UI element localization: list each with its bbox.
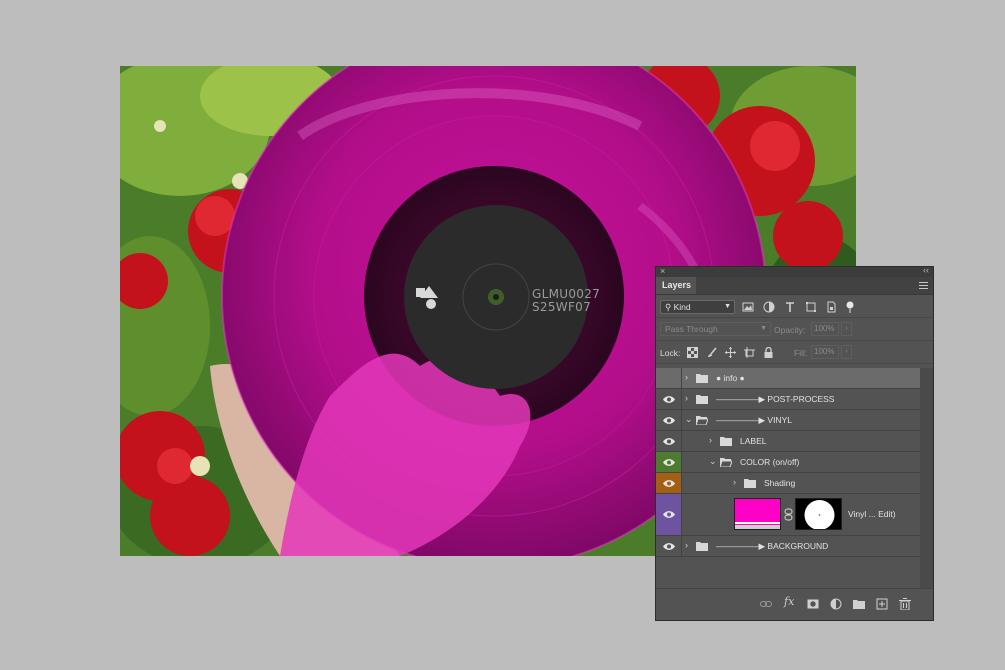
lock-label: Lock:: [660, 348, 681, 358]
kind-filter-value: Kind: [673, 302, 691, 312]
fill-field[interactable]: 100%: [811, 345, 839, 359]
search-icon: ⚲: [665, 302, 672, 312]
layer-post-process[interactable]: › —————▶ POST-PROCESS: [656, 389, 921, 410]
lock-all-icon[interactable]: [763, 347, 774, 358]
fill-label: Fill:: [794, 348, 808, 358]
layers-bottom-toolbar: fx: [656, 588, 933, 620]
chevron-down-icon[interactable]: ⌄: [685, 414, 693, 425]
chevron-right-icon[interactable]: ›: [709, 435, 712, 445]
layer-list: › ● info ● › —————▶ POST-PROCESS ⌄ —————…: [656, 368, 921, 557]
visibility-toggle[interactable]: [656, 473, 682, 493]
chevron-right-icon[interactable]: ›: [685, 540, 688, 550]
layer-shading[interactable]: › Shading: [656, 473, 921, 494]
adjustment-icon[interactable]: [830, 598, 842, 610]
layers-scrollbar[interactable]: [920, 368, 933, 589]
visibility-toggle[interactable]: [656, 389, 682, 409]
eye-icon: [663, 417, 675, 424]
layer-color-on-off[interactable]: ⌄ COLOR (on/off): [656, 452, 921, 473]
lock-position-move-icon[interactable]: [725, 347, 736, 358]
layer-mask-thumbnail[interactable]: [795, 498, 842, 530]
lock-row: Lock: Fill: 100% ›: [656, 341, 933, 364]
record-label-line2: S25WF07: [532, 300, 591, 314]
visibility-toggle[interactable]: [656, 431, 682, 451]
chevron-down-icon[interactable]: ⌄: [709, 456, 717, 467]
fill-dropdown-icon[interactable]: ›: [841, 345, 852, 359]
shape-filter-icon[interactable]: [805, 301, 817, 313]
blend-mode-value: Pass Through: [665, 324, 718, 334]
chevron-down-icon: ▼: [760, 325, 767, 332]
record-label-line1: GLMU0027: [532, 287, 600, 301]
image-filter-icon[interactable]: [742, 301, 754, 313]
visibility-toggle[interactable]: [656, 452, 682, 472]
new-layer-icon[interactable]: [876, 598, 888, 610]
fx-icon[interactable]: fx: [784, 595, 794, 608]
link-chain-icon[interactable]: [784, 508, 793, 521]
layer-vinyl-smart-object[interactable]: Vinyl ... Edit): [656, 494, 921, 536]
panel-menu-icon[interactable]: [919, 280, 928, 291]
layer-vinyl[interactable]: ⌄ —————▶ VINYL: [656, 410, 921, 431]
close-icon[interactable]: ×: [660, 266, 665, 276]
layer-background[interactable]: › —————▶ BACKGROUND: [656, 536, 921, 557]
lock-pixels-brush-icon[interactable]: [707, 347, 718, 358]
visibility-toggle-empty[interactable]: [656, 368, 682, 388]
eye-icon: [663, 543, 675, 550]
panel-title-bar: × ‹‹: [656, 265, 933, 277]
opacity-dropdown-icon[interactable]: ›: [841, 322, 852, 336]
eye-icon: [663, 511, 675, 518]
layer-name: —————▶ BACKGROUND: [716, 541, 829, 551]
visibility-toggle[interactable]: [656, 536, 682, 556]
chevron-right-icon[interactable]: ›: [733, 477, 736, 487]
smart-object-filter-icon[interactable]: [825, 301, 837, 313]
kind-filter-select[interactable]: ⚲ Kind ▼: [660, 300, 735, 314]
layer-name: COLOR (on/off): [740, 457, 800, 467]
layer-name: ● info ●: [716, 373, 745, 383]
panel-tab-row: Layers: [656, 277, 933, 295]
layer-name: LABEL: [740, 436, 767, 446]
lock-artboard-icon[interactable]: [744, 347, 755, 358]
layer-label[interactable]: › LABEL: [656, 431, 921, 452]
open-folder-icon: [696, 416, 708, 425]
visibility-toggle[interactable]: [656, 494, 682, 535]
layer-name: Shading: [764, 478, 796, 488]
layers-panel: × ‹‹ Layers ⚲ Kind ▼ Pass Through ▼ Opac…: [655, 265, 934, 621]
blend-mode-select[interactable]: Pass Through ▼: [660, 322, 771, 336]
visibility-toggle[interactable]: [656, 410, 682, 430]
folder-icon: [744, 479, 756, 488]
eye-icon: [663, 396, 675, 403]
layer-thumbnail[interactable]: [734, 498, 781, 530]
filter-toggle-icon[interactable]: [844, 301, 856, 313]
open-folder-icon: [720, 458, 732, 467]
folder-icon: [720, 437, 732, 446]
layer-name: —————▶ POST-PROCESS: [716, 394, 835, 404]
layer-info[interactable]: › ● info ●: [656, 368, 921, 389]
eye-icon: [663, 459, 675, 466]
eye-icon: [663, 438, 675, 445]
opacity-field[interactable]: 100%: [811, 322, 839, 336]
blend-row: Pass Through ▼ Opacity: 100% ›: [656, 318, 933, 341]
mask-icon[interactable]: [807, 598, 819, 610]
chevron-right-icon[interactable]: ›: [685, 372, 688, 382]
mask-circle-icon: [804, 500, 835, 529]
trash-icon[interactable]: [899, 598, 911, 610]
new-group-icon[interactable]: [853, 598, 865, 610]
folder-icon: [696, 542, 708, 551]
folder-icon: [696, 395, 708, 404]
link-icon[interactable]: [760, 598, 772, 610]
type-filter-icon[interactable]: [784, 301, 796, 313]
layer-name: Vinyl ... Edit): [848, 509, 896, 519]
chevron-down-icon: ▼: [724, 303, 731, 310]
layer-name: —————▶ VINYL: [716, 415, 792, 425]
adjustment-filter-icon[interactable]: [763, 301, 775, 313]
opacity-label: Opacity:: [774, 325, 806, 335]
folder-icon: [696, 374, 708, 383]
eye-icon: [663, 480, 675, 487]
filter-row: ⚲ Kind ▼: [656, 295, 933, 318]
collapse-icon[interactable]: ‹‹: [923, 265, 929, 275]
tab-layers[interactable]: Layers: [656, 277, 696, 294]
lock-transparency-icon[interactable]: [687, 347, 698, 358]
chevron-right-icon[interactable]: ›: [685, 393, 688, 403]
